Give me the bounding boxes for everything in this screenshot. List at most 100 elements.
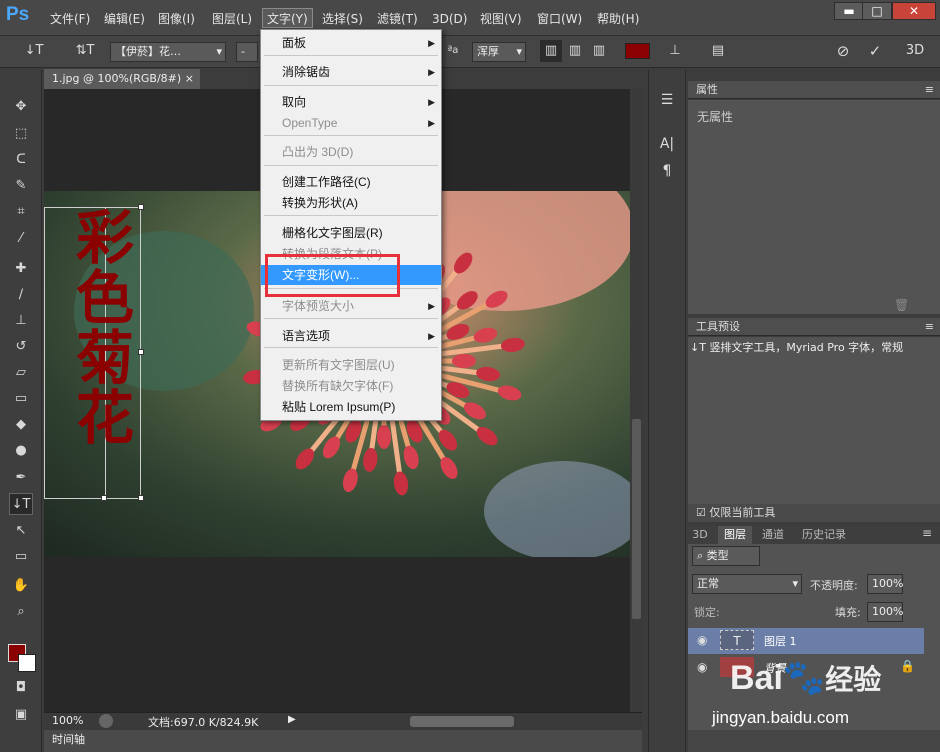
healing-brush-tool-icon[interactable]: ✚: [9, 258, 33, 280]
tool-presets-header[interactable]: 工具预设 ≡: [688, 318, 940, 336]
menu-item[interactable]: 创建工作路径(C): [261, 172, 441, 192]
toggle-orientation-icon[interactable]: ⇅T: [74, 40, 96, 62]
menu-item[interactable]: 消除锯齿 ▶: [261, 62, 441, 82]
menu-view[interactable]: 视图(V): [480, 9, 522, 29]
opacity-input[interactable]: 100%: [867, 574, 903, 594]
tab-history[interactable]: 历史记录: [796, 526, 852, 544]
menu-layer[interactable]: 图层(L): [212, 9, 252, 29]
eyedropper-tool-icon[interactable]: ⁄: [9, 228, 33, 250]
tab-channels[interactable]: 通道: [756, 526, 790, 544]
brush-tool-icon[interactable]: ∕: [9, 284, 33, 306]
lasso-tool-icon[interactable]: ᑕ: [9, 149, 33, 171]
status-menu-arrow-icon[interactable]: ▶: [288, 714, 296, 725]
trash-icon[interactable]: 🗑: [894, 298, 909, 312]
hand-tool-icon[interactable]: ✋: [9, 575, 33, 597]
panel-menu-icon[interactable]: ≡: [922, 526, 932, 540]
eye-icon[interactable]: ◉: [697, 660, 707, 674]
bbox-handle[interactable]: [138, 495, 144, 501]
document-tab[interactable]: 1.jpg @ 100%(RGB/8#) ×: [44, 69, 200, 89]
menu-item[interactable]: 面板 ▶: [261, 33, 441, 53]
vertical-scrollbar[interactable]: [630, 89, 643, 712]
history-brush-tool-icon[interactable]: ↺: [9, 336, 33, 358]
menu-item-label: 栅格化文字图层(R): [282, 226, 383, 240]
menu-window[interactable]: 窗口(W): [537, 9, 582, 29]
text-color-swatch[interactable]: [625, 43, 650, 59]
clone-stamp-tool-icon[interactable]: ⊥: [9, 310, 33, 332]
dodge-tool-icon[interactable]: ●: [9, 440, 33, 462]
tool-preset-item[interactable]: ↓T 竖排文字工具，Myriad Pro 字体，常规: [690, 339, 930, 359]
character-icon[interactable]: A|: [656, 136, 678, 158]
tab-layers[interactable]: 图层: [718, 526, 752, 544]
properties-panel-header[interactable]: 属性 ≡: [688, 81, 940, 99]
vertical-scroll-thumb[interactable]: [632, 419, 641, 619]
panel-menu-icon[interactable]: ≡: [925, 318, 934, 336]
vertical-text-layer[interactable]: 彩 色 菊 花: [72, 208, 138, 448]
marquee-tool-icon[interactable]: ⬚: [9, 123, 33, 145]
close-tab-icon[interactable]: ×: [185, 69, 194, 89]
checkbox-icon[interactable]: ☑: [696, 506, 706, 519]
warp-text-icon[interactable]: ⊥: [664, 40, 686, 62]
bbox-handle[interactable]: [138, 204, 144, 210]
horizontal-scroll-thumb[interactable]: [410, 716, 514, 727]
eye-icon[interactable]: ◉: [697, 633, 707, 647]
current-tool-only-row[interactable]: ☑ 仅限当前工具: [688, 504, 940, 522]
menu-help[interactable]: 帮助(H): [597, 9, 639, 29]
path-selection-tool-icon[interactable]: ↖: [9, 520, 33, 542]
panel-menu-icon[interactable]: ≡: [925, 81, 934, 99]
quick-select-tool-icon[interactable]: ✎: [9, 175, 33, 197]
menu-filter[interactable]: 滤镜(T): [377, 9, 418, 29]
eraser-tool-icon[interactable]: ▱: [9, 362, 33, 384]
status-icon[interactable]: [99, 714, 113, 728]
bbox-handle[interactable]: [138, 349, 144, 355]
menu-item[interactable]: 取向 ▶: [261, 92, 441, 112]
fill-input[interactable]: 100%: [867, 602, 903, 622]
screen-mode-icon[interactable]: ▣: [9, 704, 33, 726]
menu-3d[interactable]: 3D(D): [432, 9, 467, 29]
timeline-panel[interactable]: 时间轴: [44, 730, 642, 752]
petal-tip: [377, 425, 391, 449]
zoom-tool-icon[interactable]: ⌕: [9, 601, 33, 623]
align-bottom-icon[interactable]: ▥: [588, 40, 610, 62]
layer-filter-select[interactable]: ⌕ 类型: [692, 546, 760, 566]
cancel-icon[interactable]: ⊘: [832, 40, 854, 62]
menu-image[interactable]: 图像(I): [158, 9, 195, 29]
menu-item[interactable]: 粘贴 Lorem Ipsum(P): [261, 397, 441, 417]
quick-mask-icon[interactable]: ◘: [9, 677, 33, 699]
character-panel-icon[interactable]: ▤: [706, 40, 730, 62]
3d-button[interactable]: 3D: [902, 40, 928, 62]
zoom-level[interactable]: 100%: [52, 714, 83, 727]
tool-presets-icon[interactable]: ☰: [656, 92, 678, 114]
blend-mode-select[interactable]: 正常 ▾: [692, 574, 802, 594]
bbox-handle[interactable]: [101, 495, 107, 501]
menu-edit[interactable]: 编辑(E): [104, 9, 145, 29]
menu-type[interactable]: 文字(Y): [262, 8, 313, 28]
font-family-select[interactable]: 【伊菸】花… ▾: [110, 42, 226, 62]
minimize-button[interactable]: ▬: [834, 2, 864, 20]
crop-tool-icon[interactable]: ⌗: [9, 201, 33, 223]
close-button[interactable]: ✕: [892, 2, 936, 20]
align-center-icon[interactable]: ▥: [564, 40, 586, 62]
background-color-swatch[interactable]: [18, 654, 36, 672]
gradient-tool-icon[interactable]: ▭: [9, 388, 33, 410]
menu-select[interactable]: 选择(S): [322, 9, 363, 29]
font-style-select[interactable]: -: [236, 42, 258, 62]
maximize-button[interactable]: □: [862, 2, 892, 20]
layer-row[interactable]: ◉ T 图层 1: [688, 628, 924, 654]
pen-tool-icon[interactable]: ✒: [9, 467, 33, 489]
menu-item-label: 凸出为 3D(D): [282, 145, 354, 159]
menu-item[interactable]: 转换为形状(A): [261, 193, 441, 213]
menu-item[interactable]: 栅格化文字图层(R): [261, 223, 441, 243]
vertical-type-tool-preset-icon[interactable]: ↓T: [20, 40, 48, 62]
paragraph-icon[interactable]: ¶: [656, 163, 678, 185]
current-tool-only-label: 仅限当前工具: [709, 506, 776, 519]
tab-3d[interactable]: 3D: [688, 526, 712, 544]
menu-item[interactable]: 语言选项 ▶: [261, 326, 441, 346]
align-top-icon[interactable]: ▥: [540, 40, 562, 62]
rectangle-tool-icon[interactable]: ▭: [9, 546, 33, 568]
blur-tool-icon[interactable]: ◆: [9, 414, 33, 436]
move-tool-icon[interactable]: ✥: [9, 96, 33, 118]
antialias-select[interactable]: 浑厚 ▾: [472, 42, 526, 62]
menu-file[interactable]: 文件(F): [50, 9, 90, 29]
commit-icon[interactable]: ✓: [864, 40, 886, 62]
vertical-type-tool-icon[interactable]: ↓T: [9, 493, 33, 515]
